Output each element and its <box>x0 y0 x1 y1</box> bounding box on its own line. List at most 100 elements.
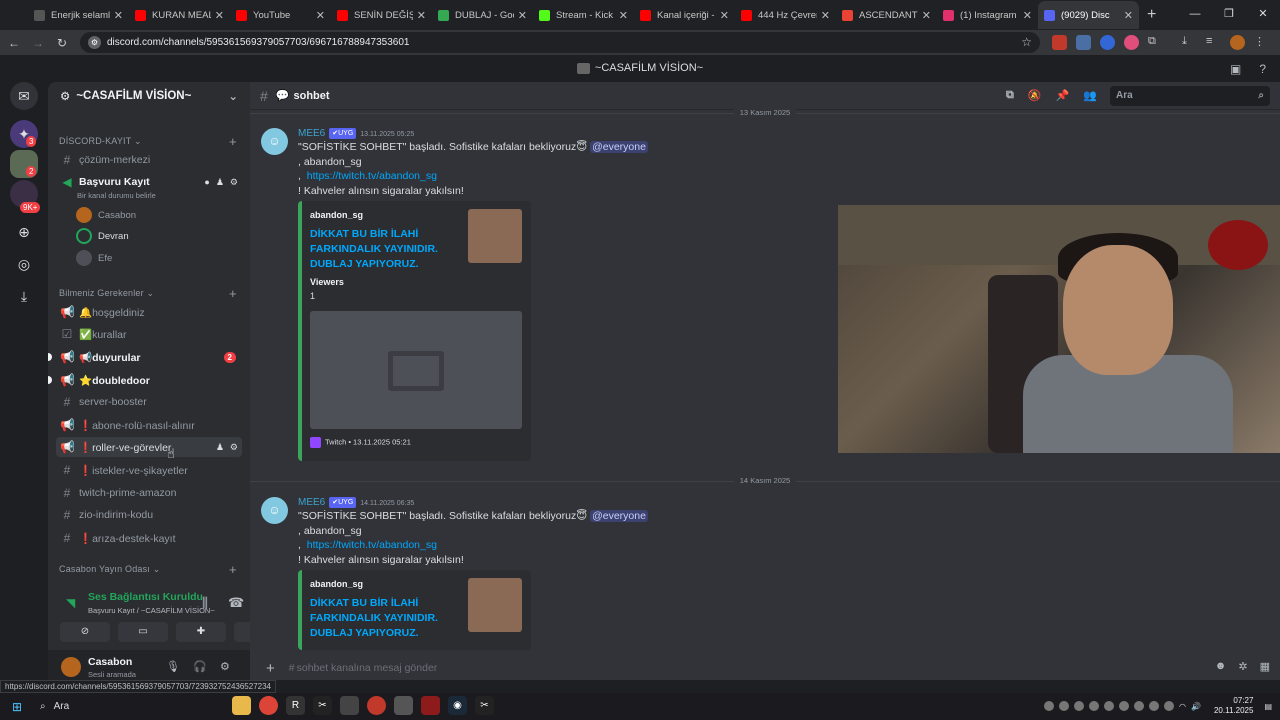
capcut-icon[interactable]: ✂ <box>313 696 332 715</box>
channel-kurallar[interactable]: ☑ ✅kurallar <box>56 324 242 344</box>
browser-tab[interactable]: (1) Instagram ✕ <box>937 1 1038 29</box>
activities-button[interactable]: ✚ <box>176 622 226 642</box>
chat-icon[interactable]: ● <box>204 177 209 188</box>
browser-tab[interactable]: 444 Hz Çevren ✕ <box>735 1 836 29</box>
volume-icon[interactable]: 🔊 <box>1191 702 1201 711</box>
mention[interactable]: @everyone <box>590 141 648 153</box>
server-header[interactable]: ⚙ ~CASAFİLM VİSİON~ ⌄ <box>48 82 250 109</box>
invite-icon[interactable]: ♟ <box>216 442 224 453</box>
media-icon[interactable]: ≡ <box>1206 35 1221 50</box>
download-icon[interactable]: ⤓ <box>1182 35 1197 50</box>
gear-icon[interactable]: ⚙ <box>230 442 238 453</box>
category-header[interactable]: Casabon Yayın Odası ⌄ + <box>59 562 237 577</box>
avatar[interactable]: ☺ <box>261 128 288 155</box>
notifications-icon[interactable]: ▤ <box>1264 702 1272 711</box>
close-icon[interactable]: ✕ <box>821 9 830 22</box>
channel-server-booster[interactable]: # server-booster <box>56 392 242 412</box>
message-author[interactable]: MEE6 <box>298 128 325 139</box>
channel-zio-indirim[interactable]: # zio-indirim-kodu <box>56 505 242 525</box>
channel-twitch-prime[interactable]: # twitch-prime-amazon <box>56 483 242 503</box>
close-icon[interactable]: ✕ <box>316 9 325 22</box>
channel-duyurular[interactable]: 📢 📢duyurular 2 <box>56 347 242 367</box>
channel-doubledoor[interactable]: 📢 ⭐doubledoor <box>56 370 242 390</box>
tray-icon[interactable] <box>1119 701 1130 711</box>
signal-icon[interactable]: ◥ <box>66 596 75 610</box>
extension-icon[interactable] <box>1076 35 1091 50</box>
voice-connected-sub[interactable]: Başvuru Kayıt / ~CASAFİLM VİSİON~ <box>88 606 215 615</box>
browser-tab[interactable]: DUBLAJ - Goo ✕ <box>432 1 533 29</box>
windows-start-icon[interactable]: ⊞ <box>0 700 34 714</box>
message-link[interactable]: https://twitch.tv/abandon_sg <box>307 539 437 551</box>
tray-icon[interactable] <box>1044 701 1055 711</box>
r-app-icon[interactable]: R <box>286 696 305 715</box>
voice-user[interactable]: Casabon <box>76 207 136 223</box>
back-icon[interactable]: ← <box>2 36 26 50</box>
username[interactable]: Casabon <box>88 656 132 668</box>
voice-connected-title[interactable]: Ses Bağlantısı Kuruldu <box>88 591 203 603</box>
add-server-icon[interactable]: ⊕ <box>10 218 38 246</box>
tray-icon[interactable] <box>1104 701 1115 711</box>
embed-thumbnail[interactable] <box>468 578 522 632</box>
embed-title[interactable]: DİKKAT BU BİR İLAHİ FARKINDALIK YAYINIDI… <box>310 596 460 641</box>
taskbar-search[interactable]: ⌕ Ara <box>34 696 194 718</box>
capcut-icon[interactable]: ✂ <box>475 696 494 715</box>
chrome-icon[interactable] <box>259 696 278 715</box>
embed-author[interactable]: abandon_sg <box>310 210 363 220</box>
message-link[interactable]: https://twitch.tv/abandon_sg <box>307 170 437 182</box>
embed-video-placeholder[interactable] <box>310 311 522 429</box>
reload-icon[interactable]: ↻ <box>50 36 74 50</box>
app-icon[interactable] <box>340 696 359 715</box>
tray-icon[interactable] <box>1164 701 1175 711</box>
app-icon[interactable] <box>394 696 413 715</box>
message-composer[interactable]: + # sohbet kanalına mesaj gönder ☻ ✲ ▦ <box>262 656 1270 680</box>
wifi-icon[interactable]: ◠ <box>1179 702 1186 711</box>
channel-abone-rolu[interactable]: 📢 ❗abone-rolü-nasıl-alınır <box>56 415 242 435</box>
message-author[interactable]: MEE6 <box>298 497 325 508</box>
screen-share-button[interactable]: ▭ <box>118 622 168 642</box>
threads-icon[interactable]: ⧉ <box>1006 89 1014 102</box>
bluetooth-icon[interactable] <box>1134 701 1145 711</box>
browser-tab[interactable]: YouTube ✕ <box>230 1 331 29</box>
app-icon[interactable] <box>421 696 440 715</box>
category-header[interactable]: Bilmeniz Gerekenler ⌄ + <box>59 286 237 301</box>
tray-icon[interactable] <box>1089 701 1100 711</box>
voice-channel-basvuru-kayit[interactable]: ◀ Başvuru Kayıt ● ♟ ⚙ <box>56 172 242 192</box>
browser-tab[interactable]: SENİN DEĞİŞİM✕ <box>331 1 432 29</box>
profile-avatar[interactable] <box>1230 35 1245 50</box>
inbox-icon[interactable]: ▣ <box>1230 62 1241 76</box>
add-attachment-icon[interactable]: + <box>266 660 275 677</box>
close-window-icon[interactable]: ✕ <box>1246 0 1280 30</box>
invite-icon[interactable]: ♟ <box>216 177 224 188</box>
noise-suppression-icon[interactable]: ⫼ <box>202 595 208 611</box>
embed-author[interactable]: abandon_sg <box>310 579 363 589</box>
add-channel-icon[interactable]: + <box>229 562 237 577</box>
browser-tab-active[interactable]: (9029) Disc ✕ <box>1038 1 1139 29</box>
embed-title[interactable]: DİKKAT BU BİR İLAHİ FARKINDALIK YAYINIDI… <box>310 227 460 272</box>
browser-tab[interactable]: KURAN MEALİ ✕ <box>129 1 230 29</box>
gear-icon[interactable]: ⚙ <box>230 177 238 188</box>
channel-cozum-merkezi[interactable]: # çözüm-merkezi <box>56 150 242 170</box>
voice-channel-status[interactable]: Bir kanal durumu belirle <box>77 191 156 200</box>
close-icon[interactable]: ✕ <box>922 9 931 22</box>
add-channel-icon[interactable]: + <box>229 134 237 149</box>
channel-istekler[interactable]: # ❗istekler-ve-şikayetler <box>56 460 242 480</box>
discord-home-icon[interactable]: ✉ <box>10 82 38 110</box>
clock[interactable]: 07:27 20.11.2025 <box>1214 696 1253 716</box>
download-apps-icon[interactable]: ⤓ <box>10 282 38 310</box>
close-icon[interactable]: ✕ <box>1023 9 1032 22</box>
channel-ariza-destek[interactable]: # ❗arıza-destek-kayıt <box>56 528 242 548</box>
tray-icon[interactable] <box>1149 701 1160 711</box>
close-icon[interactable]: ✕ <box>518 9 527 22</box>
extension-icon[interactable] <box>1100 35 1115 50</box>
menu-icon[interactable]: ⋮ <box>1254 35 1269 50</box>
url-input[interactable]: ⚙ discord.com/channels/59536156937905770… <box>80 32 1040 53</box>
apps-icon[interactable]: ✲ <box>1238 660 1247 673</box>
channel-roller-ve-gorevler[interactable]: 📢 ❗roller-ve-görevler ♟ ⚙ <box>56 437 242 457</box>
browser-tab[interactable]: Kanal içeriği - Y✕ <box>634 1 735 29</box>
tray-icon[interactable] <box>1059 701 1070 711</box>
close-icon[interactable]: ✕ <box>114 9 123 22</box>
chevron-down-icon[interactable]: ⌄ <box>228 89 238 103</box>
pin-icon[interactable]: 📌 <box>1056 89 1070 102</box>
microphone-icon[interactable]: 🎙 <box>166 660 180 673</box>
extension-icon[interactable] <box>1052 35 1067 50</box>
